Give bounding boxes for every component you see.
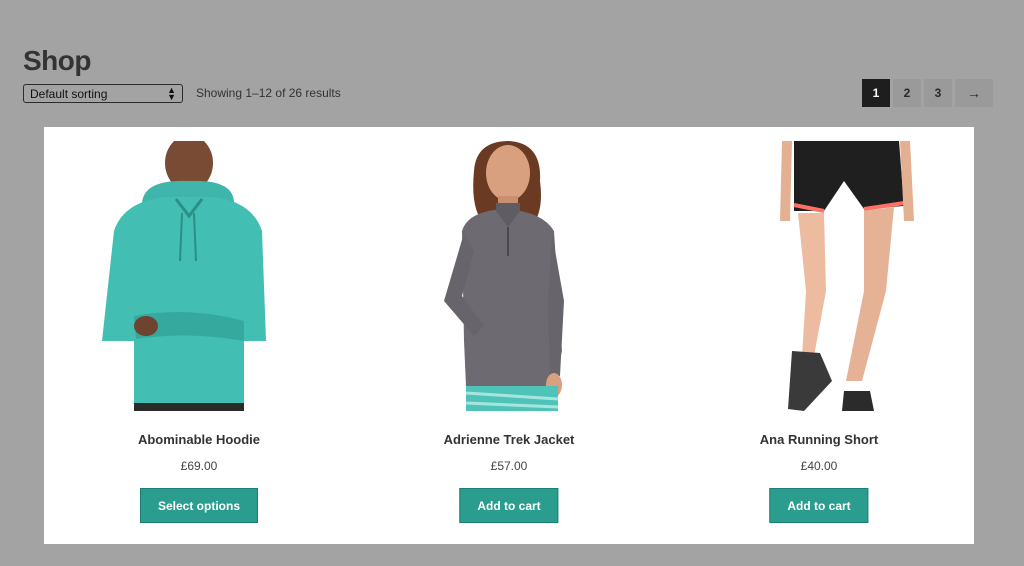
select-arrows-icon: ▲ ▼: [167, 84, 176, 102]
product-title[interactable]: Ana Running Short: [664, 432, 974, 447]
jacket-model-image: [444, 141, 564, 411]
product-title[interactable]: Adrienne Trek Jacket: [354, 432, 664, 447]
product-image-jacket[interactable]: [404, 141, 614, 411]
page-title: Shop: [23, 44, 92, 76]
page-link-3[interactable]: 3: [924, 79, 952, 107]
result-count: Showing 1–12 of 26 results: [196, 86, 341, 100]
product-image-shorts[interactable]: [714, 141, 924, 411]
product-card: Ana Running Short £40.00 Add to cart: [664, 127, 974, 544]
product-title[interactable]: Abominable Hoodie: [44, 432, 354, 447]
page-link-2[interactable]: 2: [893, 79, 921, 107]
next-page-arrow-icon[interactable]: →: [955, 79, 993, 107]
pagination: 1 2 3 →: [862, 79, 993, 107]
hoodie-model-image: [102, 141, 266, 411]
product-image-hoodie[interactable]: [94, 141, 304, 411]
add-to-cart-button[interactable]: Add to cart: [769, 488, 869, 523]
add-to-cart-button[interactable]: Add to cart: [459, 488, 559, 523]
product-price: £69.00: [180, 459, 218, 473]
product-price: £40.00: [800, 459, 838, 473]
shorts-model-image: [780, 141, 914, 411]
product-grid: Abominable Hoodie £69.00 Select options: [44, 127, 974, 544]
product-price: £57.00: [490, 459, 528, 473]
page-link-1[interactable]: 1: [862, 79, 890, 107]
sort-selected-label: Default sorting: [30, 86, 108, 101]
product-card: Adrienne Trek Jacket £57.00 Add to cart: [354, 127, 664, 544]
select-options-button[interactable]: Select options: [139, 488, 259, 523]
sort-select[interactable]: Default sorting ▲ ▼: [23, 84, 183, 103]
product-card: Abominable Hoodie £69.00 Select options: [44, 127, 354, 544]
